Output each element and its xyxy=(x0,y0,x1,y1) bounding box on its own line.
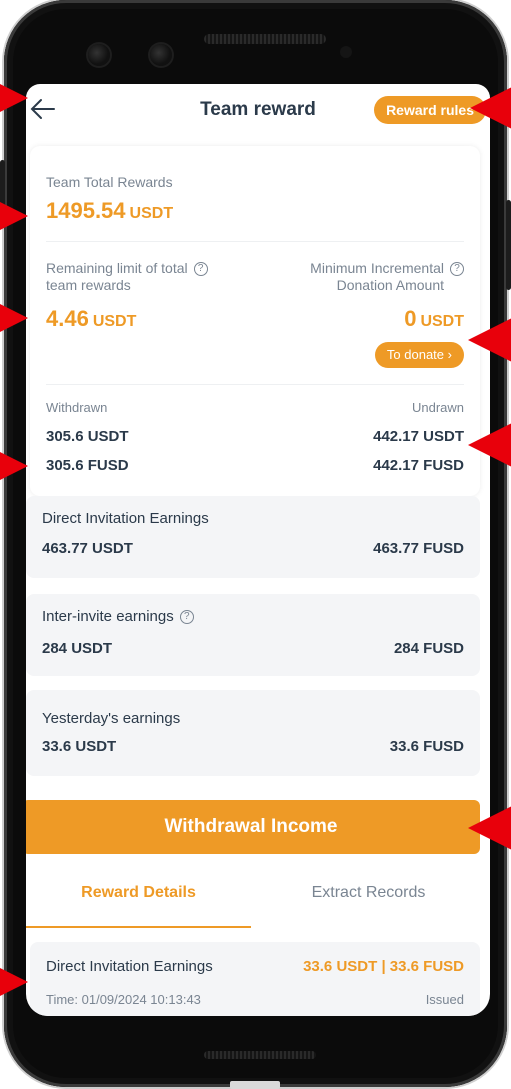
min-donation-label: Minimum Incremental? Donation Amount xyxy=(310,260,464,294)
record-status: Issued xyxy=(425,992,464,1007)
top-bar: Team reward Reward rules xyxy=(26,84,490,138)
panel-fusd: 33.6 FUSD xyxy=(389,738,464,755)
panel-label: Inter-invite earnings? xyxy=(42,608,194,625)
undrawn-fusd: 442.17 FUSD xyxy=(373,457,464,474)
active-tab-indicator xyxy=(26,926,251,928)
to-donate-button[interactable]: To donate › xyxy=(374,342,464,368)
panel-fusd: 284 FUSD xyxy=(393,640,464,657)
withdrawn-label: Withdrawn xyxy=(46,400,108,415)
undrawn-label: Undrawn xyxy=(411,400,464,415)
panel-fusd: 463.77 FUSD xyxy=(373,540,464,557)
record-time: Time: 01/09/2024 10:13:43 xyxy=(46,992,201,1007)
annotation-arrow xyxy=(0,960,28,1004)
record-title: Direct Invitation Earnings xyxy=(46,958,213,975)
chevron-right-icon: › xyxy=(447,347,452,362)
inter-invite-panel: Inter-invite earnings? 284 USDT 284 FUSD xyxy=(26,594,480,676)
list-item[interactable]: Direct Invitation Earnings 33.6 USDT | 3… xyxy=(30,942,480,1016)
team-total-label: Team Total Rewards xyxy=(46,174,173,190)
proximity-sensor xyxy=(340,46,352,58)
panel-usdt: 284 USDT xyxy=(42,640,113,657)
app-screen: Team reward Reward rules Team Total Rewa… xyxy=(26,84,490,1016)
min-donation-value: 0 USDT xyxy=(404,306,464,331)
panel-usdt: 33.6 USDT xyxy=(42,738,117,755)
help-icon[interactable]: ? xyxy=(450,262,464,277)
team-total-value: 1495.54 USDT xyxy=(46,198,174,223)
annotation-arrow xyxy=(0,444,28,488)
yesterday-earnings-panel: Yesterday's earnings 33.6 USDT 33.6 FUSD xyxy=(26,690,480,776)
withdrawn-fusd: 305.6 FUSD xyxy=(46,457,129,474)
withdrawal-income-button[interactable]: Withdrawal Income xyxy=(26,800,480,854)
panel-usdt: 463.77 USDT xyxy=(42,540,133,557)
annotation-arrow xyxy=(470,86,511,130)
undrawn-usdt: 442.17 USDT xyxy=(373,428,464,445)
panel-label: Direct Invitation Earnings xyxy=(42,510,209,527)
front-camera-icon xyxy=(150,44,172,66)
remaining-limit-value: 4.46 USDT xyxy=(46,306,137,331)
rewards-summary-card: Team Total Rewards 1495.54 USDT Remaining… xyxy=(30,146,480,496)
direct-invitation-panel: Direct Invitation Earnings 463.77 USDT 4… xyxy=(26,496,480,578)
annotation-arrow xyxy=(0,194,28,238)
help-icon[interactable]: ? xyxy=(193,262,208,277)
annotation-arrow xyxy=(0,76,28,120)
remaining-limit-label: Remaining limit of total? team rewards xyxy=(46,260,208,294)
panel-label: Yesterday's earnings xyxy=(42,710,181,727)
record-amount: 33.6 USDT | 33.6 FUSD xyxy=(303,958,464,975)
withdrawn-usdt: 305.6 USDT xyxy=(46,428,129,445)
earpiece-speaker xyxy=(204,34,326,44)
annotation-arrow xyxy=(0,296,28,340)
annotation-arrow xyxy=(468,806,511,850)
annotation-arrow xyxy=(468,423,511,467)
power-button xyxy=(506,200,511,290)
charging-port xyxy=(230,1081,280,1089)
divider xyxy=(46,241,464,242)
bottom-speaker xyxy=(204,1051,316,1059)
tab-reward-details[interactable]: Reward Details xyxy=(26,884,251,924)
front-camera-icon xyxy=(88,44,110,66)
tab-extract-records[interactable]: Extract Records xyxy=(256,884,481,924)
help-icon[interactable]: ? xyxy=(179,610,194,625)
annotation-arrow xyxy=(468,318,511,362)
divider xyxy=(46,384,464,385)
